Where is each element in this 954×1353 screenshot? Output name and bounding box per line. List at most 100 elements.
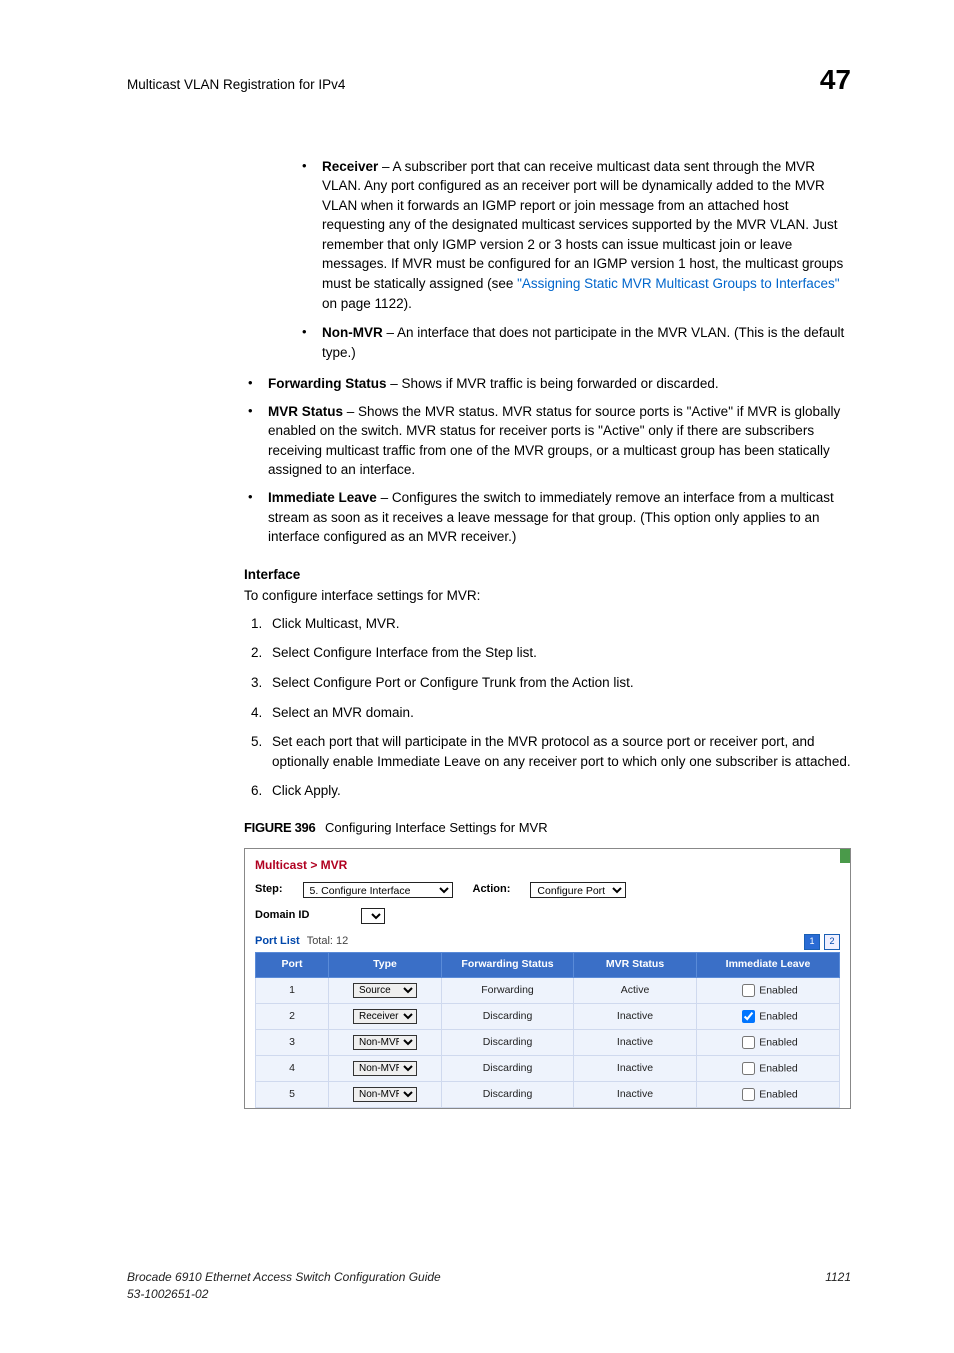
cell-mvr: Inactive (574, 1003, 697, 1029)
cell-type: Non-MVR (329, 1029, 442, 1055)
table-row: 2 Receiver DiscardingInactiveEnabled (256, 1003, 840, 1029)
step: Select Configure Interface from the Step… (266, 643, 851, 663)
sub-list: Receiver – A subscriber port that can re… (244, 157, 851, 363)
action-select[interactable]: Configure Port (530, 882, 626, 898)
type-select[interactable]: Receiver (353, 1009, 417, 1024)
cell-mvr: Inactive (574, 1055, 697, 1081)
page-footer: Brocade 6910 Ethernet Access Switch Conf… (127, 1269, 851, 1304)
cell-port: 1 (256, 977, 329, 1003)
cell-leave: Enabled (697, 1055, 840, 1081)
col-port: Port (256, 953, 329, 977)
port-list-label: Port List (255, 935, 300, 947)
term-fwd-status: Forwarding Status (268, 376, 387, 391)
cell-mvr: Inactive (574, 1081, 697, 1107)
immediate-leave-checkbox[interactable] (742, 1062, 755, 1075)
domain-label: Domain ID (255, 908, 309, 924)
text: – Shows if MVR traffic is being forwarde… (387, 376, 719, 391)
cell-type: Non-MVR (329, 1055, 442, 1081)
cell-port: 5 (256, 1081, 329, 1107)
step: Select Configure Port or Configure Trunk… (266, 673, 851, 693)
col-leave: Immediate Leave (697, 953, 840, 977)
list-item: Non-MVR – An interface that does not par… (296, 323, 851, 362)
type-select[interactable]: Non-MVR (353, 1087, 417, 1102)
cell-type: Receiver (329, 1003, 442, 1029)
page-button-1[interactable]: 1 (804, 934, 820, 950)
breadcrumb: Multicast > MVR (255, 857, 840, 874)
footer-left: Brocade 6910 Ethernet Access Switch Conf… (127, 1269, 441, 1304)
action-label: Action: (473, 882, 511, 898)
step: Select an MVR domain. (266, 703, 851, 723)
type-select[interactable]: Source (353, 983, 417, 998)
cell-port: 4 (256, 1055, 329, 1081)
type-select[interactable]: Non-MVR (353, 1035, 417, 1050)
pager: 1 2 (804, 934, 840, 950)
table-row: 4 Non-MVR DiscardingInactiveEnabled (256, 1055, 840, 1081)
cell-leave: Enabled (697, 1029, 840, 1055)
cell-fwd: Discarding (442, 1029, 574, 1055)
cell-mvr: Inactive (574, 1029, 697, 1055)
term-mvr-status: MVR Status (268, 404, 343, 419)
cell-fwd: Discarding (442, 1003, 574, 1029)
chapter-number: 47 (820, 60, 851, 101)
cell-type: Source (329, 977, 442, 1003)
table-row: 5 Non-MVR DiscardingInactiveEnabled (256, 1081, 840, 1107)
text: – Shows the MVR status. MVR status for s… (268, 404, 840, 478)
term-nonmvr: Non-MVR (322, 325, 383, 340)
page-header: Multicast VLAN Registration for IPv4 47 (127, 60, 851, 101)
domain-select[interactable]: 1 (361, 908, 385, 924)
cell-type: Non-MVR (329, 1081, 442, 1107)
step: Click Apply. (266, 781, 851, 801)
bullet-list: Forwarding Status – Shows if MVR traffic… (244, 374, 851, 547)
book-title: Brocade 6910 Ethernet Access Switch Conf… (127, 1269, 441, 1286)
step-label: Step: (255, 882, 283, 898)
cell-fwd: Forwarding (442, 977, 574, 1003)
cell-port: 3 (256, 1029, 329, 1055)
cell-port: 2 (256, 1003, 329, 1029)
figure-caption: FIGURE 396 Configuring Interface Setting… (244, 819, 851, 838)
text: – A subscriber port that can receive mul… (322, 159, 843, 291)
port-table: Port Type Forwarding Status MVR Status I… (255, 952, 840, 1107)
step-select[interactable]: 5. Configure Interface (303, 882, 453, 898)
step: Click Multicast, MVR. (266, 614, 851, 634)
steps-list: Click Multicast, MVR. Select Configure I… (244, 614, 851, 801)
text: – An interface that does not participate… (322, 325, 844, 360)
link-assigning-static-mvr[interactable]: "Assigning Static MVR Multicast Groups t… (517, 276, 839, 291)
section-title: Multicast VLAN Registration for IPv4 (127, 75, 345, 95)
heading-interface: Interface (244, 565, 851, 585)
immediate-leave-checkbox[interactable] (742, 1010, 755, 1023)
cell-fwd: Discarding (442, 1081, 574, 1107)
col-mvr: MVR Status (574, 953, 697, 977)
embedded-screenshot: Multicast > MVR Step: 5. Configure Inter… (244, 848, 851, 1109)
term-immediate-leave: Immediate Leave (268, 490, 377, 505)
list-item: Receiver – A subscriber port that can re… (296, 157, 851, 314)
table-row: 3 Non-MVR DiscardingInactiveEnabled (256, 1029, 840, 1055)
domain-row: Domain ID 1 (255, 908, 840, 924)
immediate-leave-checkbox[interactable] (742, 1036, 755, 1049)
step: Set each port that will participate in t… (266, 732, 851, 771)
table-header-row: Port Type Forwarding Status MVR Status I… (256, 953, 840, 977)
controls-row: Step: 5. Configure Interface Action: Con… (255, 882, 840, 898)
table-row: 1 Source ForwardingActiveEnabled (256, 977, 840, 1003)
cell-leave: Enabled (697, 977, 840, 1003)
doc-number: 53-1002651-02 (127, 1286, 441, 1303)
port-list-total: Total: 12 (307, 935, 349, 947)
immediate-leave-checkbox[interactable] (742, 984, 755, 997)
list-item: MVR Status – Shows the MVR status. MVR s… (244, 402, 851, 480)
type-select[interactable]: Non-MVR (353, 1061, 417, 1076)
main-content: Receiver – A subscriber port that can re… (244, 157, 851, 1109)
cell-fwd: Discarding (442, 1055, 574, 1081)
list-item: Forwarding Status – Shows if MVR traffic… (244, 374, 851, 394)
cell-leave: Enabled (697, 1081, 840, 1107)
cell-leave: Enabled (697, 1003, 840, 1029)
text: on page 1122). (322, 296, 412, 311)
list-item: Immediate Leave – Configures the switch … (244, 488, 851, 547)
figure-text: Configuring Interface Settings for MVR (325, 820, 548, 835)
col-fwd: Forwarding Status (442, 953, 574, 977)
term-receiver: Receiver (322, 159, 378, 174)
text-intro: To configure interface settings for MVR: (244, 586, 851, 606)
immediate-leave-checkbox[interactable] (742, 1088, 755, 1101)
page-button-2[interactable]: 2 (824, 934, 840, 950)
help-icon[interactable] (840, 849, 850, 863)
page-number: 1121 (825, 1269, 851, 1304)
cell-mvr: Active (574, 977, 697, 1003)
